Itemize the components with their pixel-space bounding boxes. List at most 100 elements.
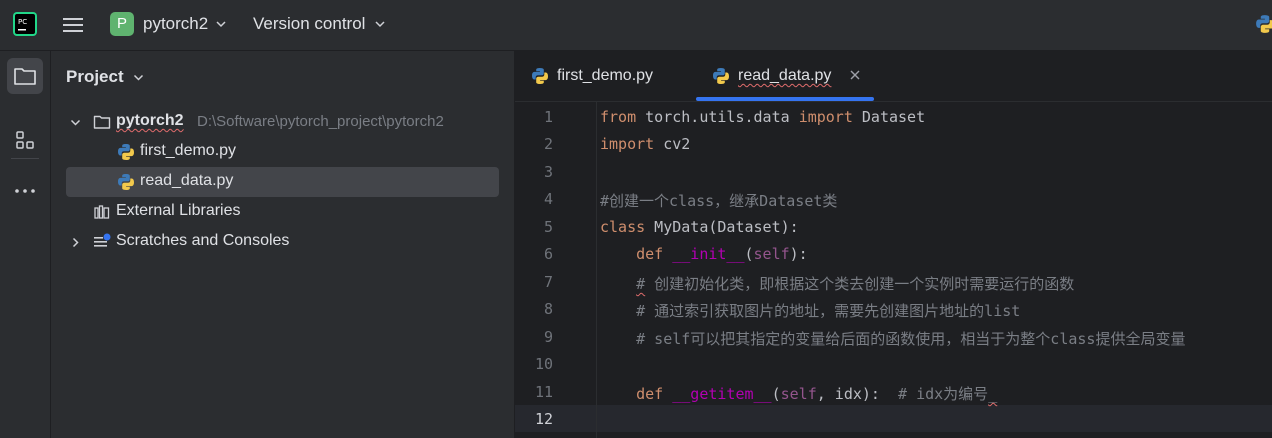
version-control-menu[interactable]: Version control xyxy=(253,14,365,34)
code-token: #创建一个class，继承Dataset类 xyxy=(600,192,838,210)
line-number: 2 xyxy=(543,135,553,153)
panel-title[interactable]: Project xyxy=(66,67,124,87)
pycharm-logo-icon[interactable]: PC xyxy=(13,12,37,36)
code-token: # idx为编号 xyxy=(898,385,989,403)
line-number: 6 xyxy=(543,245,553,263)
tree-item-label: External Libraries xyxy=(116,202,241,219)
line-number: 7 xyxy=(543,273,553,291)
library-icon xyxy=(94,205,110,219)
line-number: 9 xyxy=(543,328,553,346)
code-token: 创建初始化类，即根据这个类去创建一个实例时需要运行的函数 xyxy=(645,275,1075,293)
code-line[interactable]: # 创建初始化类，即根据这个类去创建一个实例时需要运行的函数 xyxy=(600,273,1074,294)
tree-item-label: read_data.py xyxy=(140,172,234,189)
line-number: 10 xyxy=(534,355,553,373)
tree-item-first-demo[interactable]: first_demo.py xyxy=(66,137,499,167)
active-tab-indicator xyxy=(696,97,874,101)
code-token: import xyxy=(798,108,853,126)
editor-area: first_demo.py read_data.py 1 2 3 4 5 6 7… xyxy=(515,51,1272,438)
code-token: def xyxy=(636,385,664,403)
chevron-down-icon[interactable] xyxy=(215,18,227,30)
chevron-down-icon[interactable] xyxy=(70,117,81,128)
code-line[interactable]: import cv2 xyxy=(600,135,690,153)
project-switcher[interactable]: pytorch2 xyxy=(143,14,208,34)
code-token: import xyxy=(600,135,655,153)
chevron-down-icon[interactable] xyxy=(374,18,386,30)
code-token: # self可以把其指定的变量给后面的函数使用，相当于为整个class提供全局变… xyxy=(600,330,1186,348)
line-number: 1 xyxy=(543,108,553,126)
python-file-icon xyxy=(713,68,729,84)
tab-first-demo[interactable]: first_demo.py xyxy=(515,51,685,101)
tree-item-external-libraries[interactable]: External Libraries xyxy=(66,197,499,227)
code-token: self xyxy=(753,245,790,263)
title-bar: PC P pytorch2 Version control xyxy=(0,0,1272,51)
line-number: 11 xyxy=(534,383,553,401)
code-token: ( xyxy=(744,245,754,263)
structure-tool-button[interactable] xyxy=(7,122,43,158)
tree-item-label: first_demo.py xyxy=(140,142,237,159)
code-line[interactable]: #创建一个class，继承Dataset类 xyxy=(600,190,837,211)
code-token: self xyxy=(780,385,817,403)
tree-root-path: D:\Software\pytorch_project\pytorch2 xyxy=(197,113,444,130)
python-file-icon xyxy=(118,144,134,160)
close-icon[interactable] xyxy=(848,68,862,82)
line-number: 5 xyxy=(543,218,553,236)
project-tool-button[interactable] xyxy=(7,58,43,94)
current-line-highlight xyxy=(515,405,1272,432)
code-token: ): xyxy=(789,245,808,263)
line-number-gutter: 1 2 3 4 5 6 7 8 9 10 11 12 xyxy=(515,102,596,438)
python-file-icon[interactable] xyxy=(1255,14,1272,34)
tab-label: read_data.py xyxy=(738,67,832,84)
line-number: 4 xyxy=(543,190,553,208)
project-badge[interactable]: P xyxy=(110,12,134,36)
stripe-separator xyxy=(11,158,39,159)
more-tools-button[interactable] xyxy=(7,173,43,209)
code-token: ( xyxy=(771,385,781,403)
code-token: from xyxy=(600,108,637,126)
code-token: class xyxy=(600,218,646,236)
code-token: # 通过索引获取图片的地址，需要先创建图片地址的list xyxy=(600,302,1021,320)
tool-window-stripe xyxy=(0,51,51,438)
code-token: def xyxy=(636,245,664,263)
code-token: cv2 xyxy=(654,135,691,153)
code-line[interactable]: from torch.utils.data import Dataset xyxy=(600,108,925,126)
folder-icon xyxy=(14,68,36,85)
line-number: 12 xyxy=(534,410,553,428)
code-token: MyData(Dataset): xyxy=(645,218,799,236)
tab-read-data[interactable]: read_data.py xyxy=(696,51,874,101)
tab-label: first_demo.py xyxy=(557,67,654,84)
tree-root-label: pytorch2 xyxy=(116,112,184,129)
tree-root-folder[interactable]: pytorch2 D:\Software\pytorch_project\pyt… xyxy=(66,107,499,137)
code-token: __init__ xyxy=(672,245,745,263)
project-panel: Project pytorch2 D:\Software\pytorch_pro… xyxy=(51,51,515,438)
code-token: __getitem__ xyxy=(672,385,772,403)
tree-item-read-data[interactable]: read_data.py xyxy=(66,167,499,197)
more-icon xyxy=(15,189,35,193)
folder-icon xyxy=(93,115,111,129)
tree-item-label: Scratches and Consoles xyxy=(116,232,290,249)
code-line[interactable]: # 通过索引获取图片的地址，需要先创建图片地址的list xyxy=(600,300,1020,321)
code-token: , idx): xyxy=(816,385,899,403)
code-token: _ xyxy=(988,385,998,403)
code-token: torch.utils.data xyxy=(636,108,799,126)
line-number: 8 xyxy=(543,300,553,318)
structure-icon xyxy=(16,131,34,149)
line-number: 3 xyxy=(543,163,553,181)
editor-tab-bar: first_demo.py read_data.py xyxy=(515,51,1272,102)
hamburger-menu-icon[interactable] xyxy=(62,14,84,36)
tree-item-scratches[interactable]: Scratches and Consoles xyxy=(66,227,499,257)
chevron-down-icon[interactable] xyxy=(133,72,144,83)
code-line[interactable]: # self可以把其指定的变量给后面的函数使用，相当于为整个class提供全局变… xyxy=(600,328,1185,349)
chevron-right-icon[interactable] xyxy=(70,237,81,248)
code-line[interactable]: class MyData(Dataset): xyxy=(600,218,799,236)
code-line[interactable]: def __init__(self): xyxy=(600,245,808,263)
scratches-icon xyxy=(94,233,111,247)
gutter-separator xyxy=(596,102,597,438)
python-file-icon xyxy=(532,68,548,84)
code-line[interactable]: def __getitem__(self, idx): # idx为编号_ xyxy=(600,383,997,404)
code-token: Dataset xyxy=(852,108,926,126)
